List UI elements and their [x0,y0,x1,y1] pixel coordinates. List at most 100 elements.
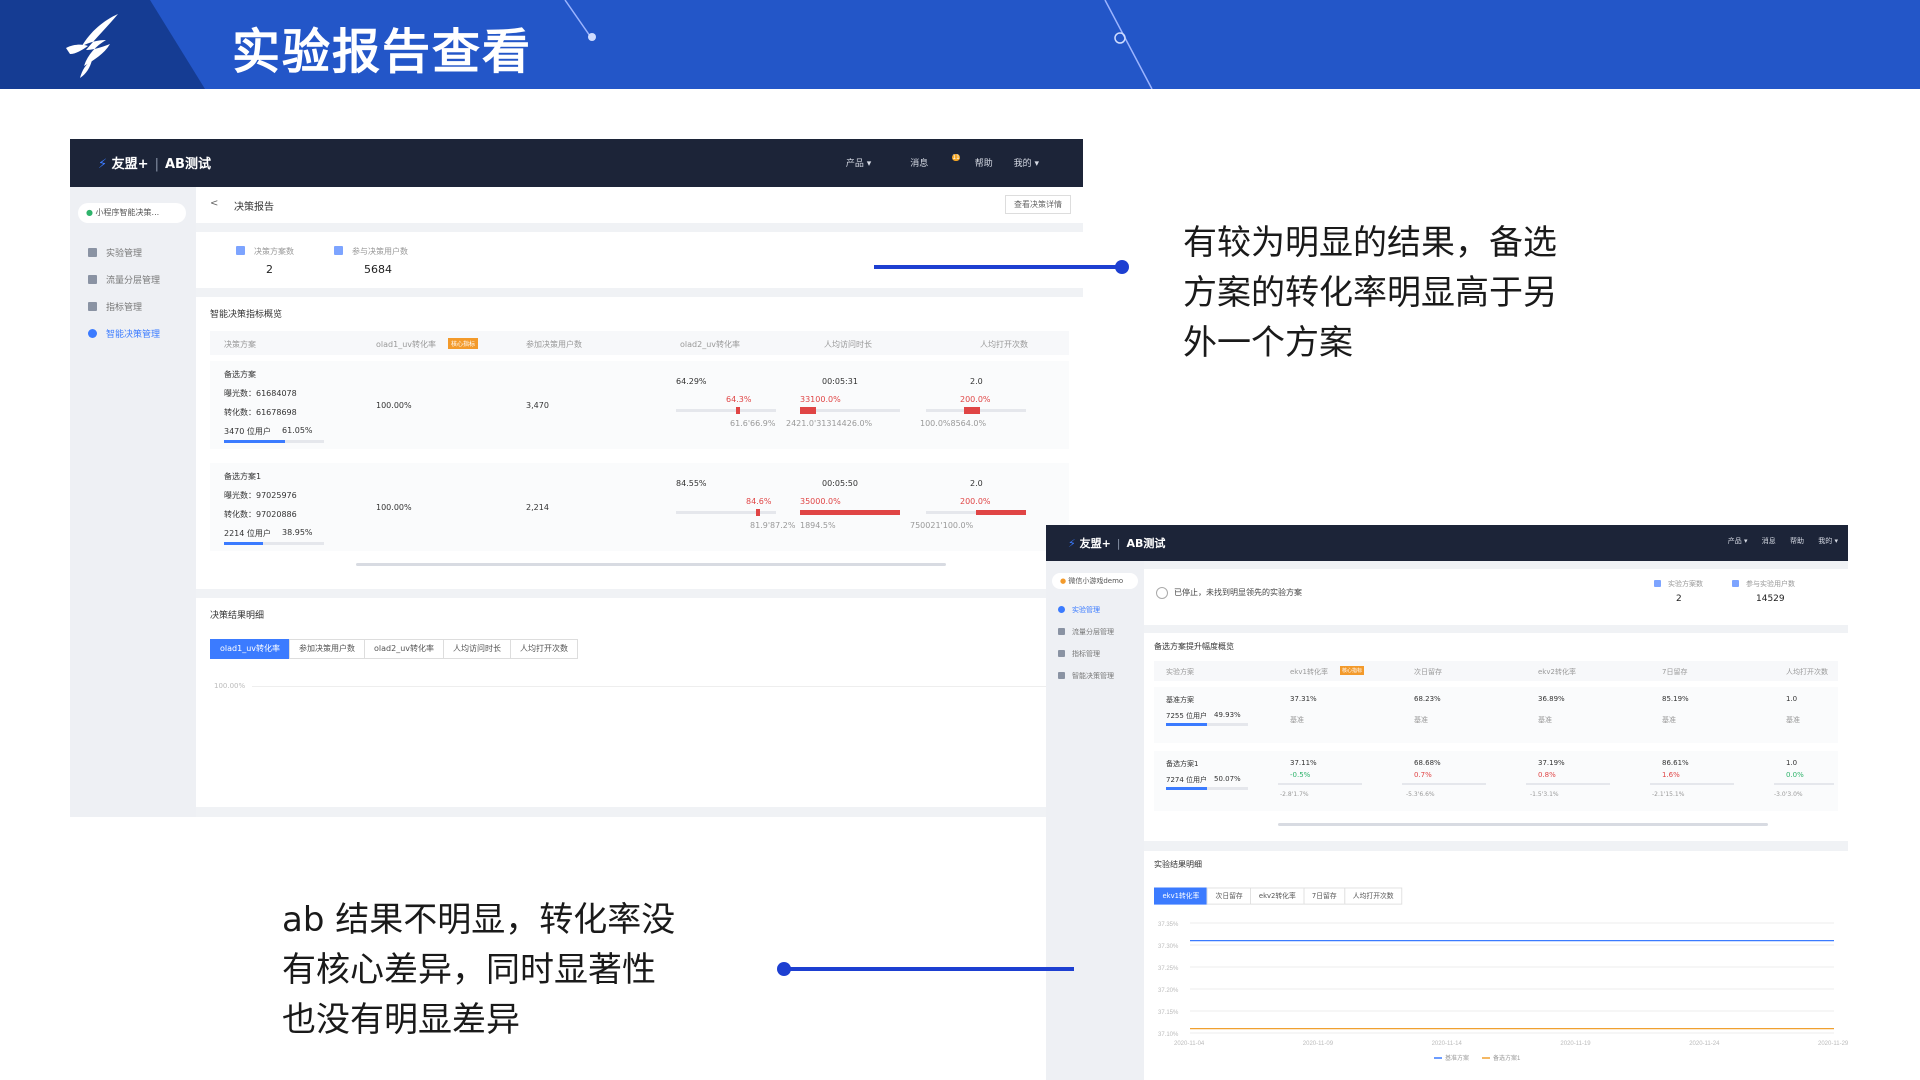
legend-label-1: 基准方案 [1445,1054,1469,1062]
summary-stats: 决策方案数 2 参与决策用户数 5684 [196,232,1083,288]
decorative-lines [564,0,1153,89]
x-tick-label: 2020-11-24 [1689,1041,1720,1047]
sidebar-item-smart-decision[interactable]: 智能决策管理 [1046,665,1144,687]
y-tick-label: 37.30% [1158,944,1179,950]
stopped-icon [1156,587,1168,599]
user-share-bar [1166,723,1248,726]
x-tick-label: 2020-11-29 [1818,1041,1848,1047]
y-tick-label: 37.10% [1158,1032,1179,1038]
y-tick-label: 37.25% [1158,966,1179,972]
tab-metric-5[interactable]: 人均打开次数 [510,639,578,659]
table-header: 决策方案 olad1_uv转化率 核心指标 参加决策用户数 olad2_uv转化… [210,331,1069,355]
table-row[interactable]: 备选方案1 曝光数：97025976 转化数：97020886 2214 位用户… [210,463,1069,551]
tab-metric-3[interactable]: ekv2转化率 [1250,887,1305,905]
table-header: 实验方案 ekv1转化率 核心指标 次日留存 ekv2转化率 7日留存 人均打开… [1154,661,1838,681]
sidebar-item-smart-decision[interactable]: 智能决策管理 [70,322,196,349]
tab-metric-5[interactable]: 人均打开次数 [1344,887,1403,905]
sidebar-item-traffic-layers[interactable]: 流量分层管理 [1046,621,1144,643]
app-selector[interactable]: ● 微信小游戏demo [1052,573,1138,589]
x-tick-label: 2020-11-19 [1560,1041,1591,1047]
brand: ⚡ 友盟+ | AB测试 [1068,537,1166,550]
sidebar-item-traffic-layers[interactable]: 流量分层管理 [70,268,196,295]
overview-title: 智能决策指标概览 [210,310,283,320]
x-tick-label: 2020-11-09 [1303,1041,1334,1047]
metrics-overview-panel: 智能决策指标概览 决策方案 olad1_uv转化率 核心指标 参加决策用户数 o… [196,297,1083,589]
y-tick-label: 37.20% [1158,988,1179,994]
main-content: 已停止，未找到明显领先的实验方案 实验方案数 2 参与实验用户数 14529 备… [1144,561,1848,1080]
main-content: < 决策报告 查看决策详情 决策方案数 2 参与决策用户数 5684 智能决策指… [196,187,1083,817]
legend-label-2: 备选方案1 [1493,1054,1521,1062]
detail-title: 决策结果明细 [210,611,265,621]
slide-header: 实验报告查看 [0,0,1920,89]
sidebar-item-experiments[interactable]: 实验管理 [1046,599,1144,621]
nav-me[interactable]: 我的 ▾ [1818,537,1838,545]
tab-metric-3[interactable]: olad2_uv转化率 [364,639,444,659]
tab-metric-2[interactable]: 参加决策用户数 [289,639,365,659]
flask-icon [88,248,97,257]
sidebar: ● 小程序智能决策... 实验管理 流量分层管理 指标管理 智能决策管理 [70,187,196,817]
user-share-bar [224,542,324,545]
brain-icon [88,329,97,338]
back-button[interactable]: < [210,198,218,209]
users-icon [334,246,343,255]
table-row[interactable]: 备选方案 曝光数：61684078 转化数：61678698 3470 位用户 … [210,361,1069,449]
stat-plan-count: 决策方案数 2 [236,246,294,276]
tab-metric-4[interactable]: 人均访问时长 [443,639,511,659]
decision-report-screenshot: ⚡ 友盟+ | AB测试 产品 ▾ 消息11 帮助 我的 ▾ ● 小程序智能决策..… [70,139,1083,817]
core-metric-tag: 核心指标 [448,338,479,349]
table-row[interactable]: 备选方案1 7274 位用户 50.07% 37.11% -0.5% -2.8'… [1154,751,1838,811]
nav-menu: 产品 ▾ 消息11 帮助 我的 ▾ [828,154,1039,169]
horizontal-scrollbar[interactable] [356,563,946,566]
tab-metric-1[interactable]: olad1_uv转化率 [210,639,290,659]
document-icon [1654,580,1661,587]
sidebar-item-experiments[interactable]: 实验管理 [70,241,196,268]
top-navbar: ⚡ 友盟+ | AB测试 产品 ▾ 消息11 帮助 我的 ▾ [70,139,1083,187]
nav-me[interactable]: 我的 ▾ [1014,159,1039,169]
table-row[interactable]: 基准方案 7255 位用户 49.93% 37.31% 基准 68.23% 基准 3… [1154,687,1838,743]
annotation-unclear-result: ab 结果不明显，转化率没 有核心差异，同时显著性 也没有明显差异 [282,900,676,1040]
x-tick-label: 2020-11-14 [1432,1041,1463,1047]
sidebar-item-metrics[interactable]: 指标管理 [70,295,196,322]
nav-help[interactable]: 帮助 [975,159,993,169]
y-tick-label: 37.35% [1158,922,1179,928]
nav-messages[interactable]: 消息11 [892,154,960,169]
nav-products[interactable]: 产品 ▾ [1728,537,1748,545]
stat-user-count: 参与实验用户数 14529 [1732,579,1795,604]
core-metric-tag: 核心指标 [1340,666,1365,675]
connector-line-bottom [782,967,1074,971]
page-title: 决策报告 [234,202,274,213]
nav-help[interactable]: 帮助 [1790,537,1804,545]
sidebar-item-metrics[interactable]: 指标管理 [1046,643,1144,665]
top-navbar: ⚡ 友盟+ | AB测试 产品 ▾ 消息 帮助 我的 ▾ [1046,525,1848,561]
breadcrumb-bar: < 决策报告 查看决策详情 [196,187,1083,223]
decision-detail-panel: 决策结果明细 olad1_uv转化率 参加决策用户数 olad2_uv转化率 人均访问… [196,598,1083,807]
overview-title: 备选方案提升幅度概览 [1154,642,1234,651]
connector-line-top [874,265,1122,269]
detail-tabs: olad1_uv转化率 参加决策用户数 olad2_uv转化率 人均访问时长 人均打开次… [210,636,578,659]
stat-plan-count: 实验方案数 2 [1654,579,1703,604]
lift-overview-panel: 备选方案提升幅度概览 实验方案 ekv1转化率 核心指标 次日留存 ekv2转化… [1144,633,1848,841]
layers-icon [88,275,97,284]
view-details-button[interactable]: 查看决策详情 [1005,195,1071,214]
message-count-badge: 11 [952,154,960,161]
connector-dot-bottom [777,962,791,976]
chart-icon [1058,650,1065,657]
experiment-detail-panel: 实验结果明细 ekv1转化率 次日留存 ekv2转化率 7日留存 人均打开次数 37.3… [1144,851,1848,1080]
chart-icon [88,302,97,311]
flask-icon [1058,606,1065,613]
layers-icon [1058,628,1065,635]
brand: ⚡ 友盟+ | AB测试 [98,157,211,172]
app-selector[interactable]: ● 小程序智能决策... [78,203,186,223]
users-icon [1732,580,1739,587]
nav-menu: 产品 ▾ 消息 帮助 我的 ▾ [1716,536,1838,546]
x-tick-label: 2020-11-04 [1174,1041,1205,1047]
tab-metric-4[interactable]: 7日留存 [1303,887,1346,905]
nav-messages[interactable]: 消息 [1762,537,1776,545]
tab-metric-1[interactable]: ekv1转化率 [1154,887,1208,905]
experiment-status: 已停止，未找到明显领先的实验方案 [1174,588,1302,597]
tab-metric-2[interactable]: 次日留存 [1207,887,1252,905]
nav-products[interactable]: 产品 ▾ [846,159,871,169]
status-panel: 已停止，未找到明显领先的实验方案 实验方案数 2 参与实验用户数 14529 [1144,569,1848,625]
sidebar: ● 微信小游戏demo 实验管理 流量分层管理 指标管理 智能决策管理 [1046,561,1144,1080]
horizontal-scrollbar[interactable] [1278,823,1768,826]
